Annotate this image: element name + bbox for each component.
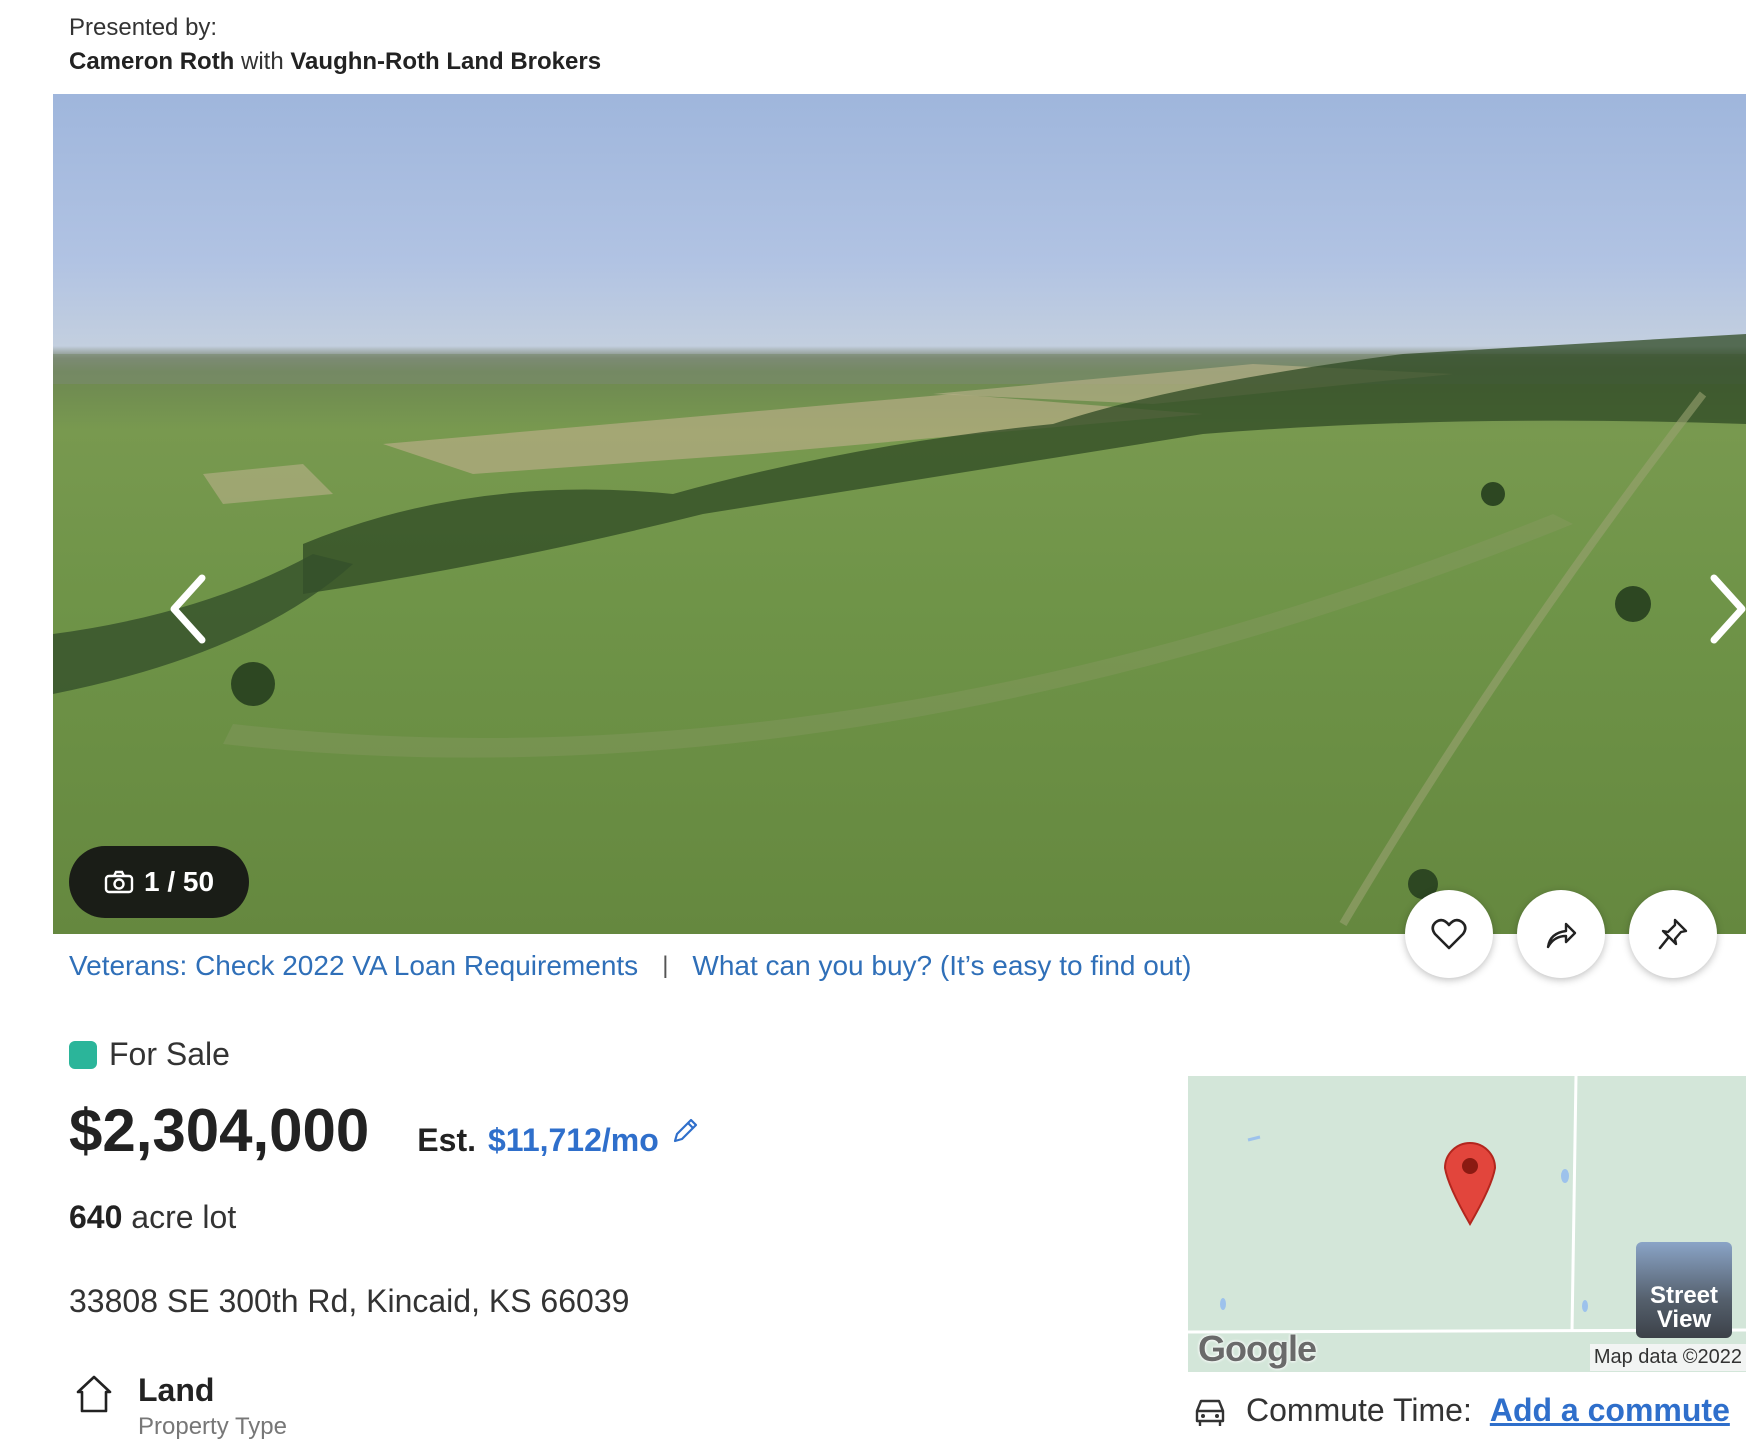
promo-separator: | (662, 952, 669, 979)
property-type: Land Property Type (72, 1372, 287, 1441)
property-address: 33808 SE 300th Rd, Kincaid, KS 66039 (69, 1283, 630, 1319)
agent-line: Cameron Roth with Vaughn-Roth Land Broke… (69, 44, 601, 80)
lot-size: 640 acre lot (69, 1199, 236, 1236)
chevron-left-icon (170, 574, 206, 644)
listing-price: $2,304,000 (69, 1097, 370, 1164)
monthly-estimate[interactable]: $11,712/mo (488, 1122, 659, 1159)
street-view-button[interactable]: Street View (1636, 1242, 1732, 1338)
map-attribution: Map data ©2022 (1589, 1344, 1746, 1371)
estimate-label: Est. (417, 1122, 476, 1158)
edit-pencil-icon[interactable] (671, 1117, 699, 1145)
photo-scene (53, 334, 1746, 927)
with-text: with (241, 48, 284, 75)
lot-size-label: acre lot (131, 1199, 237, 1235)
presented-by: Presented by: Cameron Roth with Vaughn-R… (69, 12, 601, 80)
presented-by-label: Presented by: (69, 14, 218, 41)
photo-counter-text: 1 / 50 (143, 866, 215, 897)
listing-photo[interactable] (53, 94, 1746, 934)
price-row: $2,304,000 Est. $11,712/mo (69, 1096, 699, 1165)
brokerage-name[interactable]: Vaughn-Roth Land Brokers (290, 48, 601, 75)
photo-counter[interactable]: 1 / 50 (69, 846, 249, 918)
house-icon (76, 1375, 112, 1413)
pin-icon (1658, 918, 1688, 950)
property-type-label: Property Type (138, 1413, 287, 1440)
previous-photo-button[interactable] (158, 564, 218, 654)
what-can-you-buy-link[interactable]: What can you buy? (It’s easy to find out… (692, 950, 1191, 982)
favorite-button[interactable] (1405, 890, 1493, 978)
map-pin-icon[interactable] (1442, 1138, 1498, 1226)
street-view-line2: View (1656, 1306, 1712, 1333)
car-icon (1195, 1399, 1225, 1426)
commute-time: Commute Time: Add a commute (1192, 1392, 1730, 1429)
promo-links: Veterans: Check 2022 VA Loan Requirement… (69, 950, 1192, 982)
commute-label: Commute Time: (1246, 1392, 1472, 1428)
pin-button[interactable] (1629, 890, 1717, 978)
share-icon (1546, 922, 1577, 949)
heart-icon (1431, 918, 1467, 950)
status-text: For Sale (109, 1036, 230, 1072)
next-photo-button[interactable] (1698, 564, 1746, 654)
camera-icon (104, 870, 134, 894)
share-button[interactable] (1517, 890, 1605, 978)
va-loan-link[interactable]: Veterans: Check 2022 VA Loan Requirement… (69, 950, 638, 982)
lot-size-value: 640 (69, 1199, 123, 1235)
add-commute-link[interactable]: Add a commute (1490, 1392, 1730, 1429)
street-view-line1: Street (1649, 1282, 1719, 1309)
status-indicator (69, 1040, 97, 1069)
listing-status: For Sale (69, 1036, 230, 1073)
location-map[interactable]: Street View Google Map data ©2022 (1188, 1076, 1746, 1372)
google-logo: Google (1198, 1328, 1317, 1369)
property-type-value: Land (138, 1372, 215, 1408)
chevron-right-icon (1710, 574, 1746, 644)
agent-name[interactable]: Cameron Roth (69, 48, 234, 75)
